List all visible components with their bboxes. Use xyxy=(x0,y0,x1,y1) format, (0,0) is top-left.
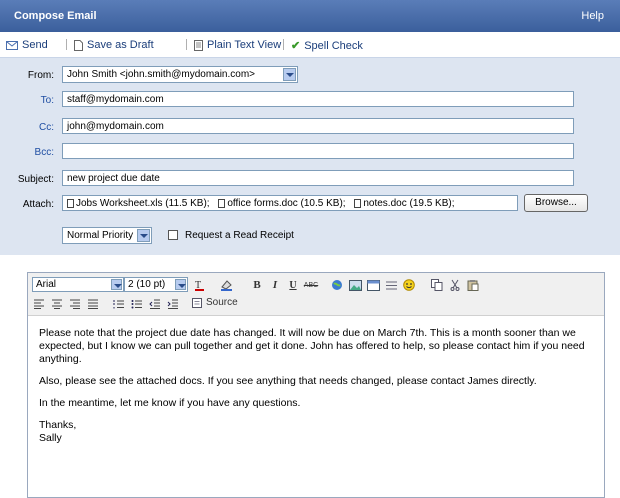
save-draft-button[interactable]: Save as Draft xyxy=(74,39,154,51)
underline-icon[interactable]: U xyxy=(286,279,300,291)
browse-button[interactable]: Browse... xyxy=(524,194,588,212)
toolbar-divider xyxy=(186,39,187,50)
emoticon-icon[interactable] xyxy=(402,279,416,291)
highlight-color-icon[interactable] xyxy=(220,279,234,291)
chevron-down-icon[interactable] xyxy=(137,229,150,242)
image-icon[interactable] xyxy=(348,279,362,291)
from-select[interactable]: John Smith <john.smith@mydomain.com> xyxy=(62,66,298,83)
window-title: Compose Email xyxy=(14,10,97,22)
bcc-field[interactable] xyxy=(62,143,574,159)
document-icon xyxy=(354,199,362,208)
italic-icon[interactable]: I xyxy=(268,279,282,291)
editor-toolbar: Arial 2 (10 pt) T B I U ABC Source xyxy=(28,273,604,316)
read-receipt-checkbox[interactable] xyxy=(168,230,178,240)
attachment-name: Jobs Worksheet.xls (11.5 KB); xyxy=(76,198,210,209)
text-color-icon[interactable]: T xyxy=(194,279,208,291)
message-body[interactable]: Please note that the project due date ha… xyxy=(39,327,589,445)
indent-icon[interactable] xyxy=(166,298,180,310)
toolbar-divider xyxy=(283,39,284,50)
spell-check-label: Spell Check xyxy=(304,39,363,52)
body-paragraph: Please note that the project due date ha… xyxy=(39,327,585,365)
strikethrough-icon[interactable]: ABC xyxy=(304,279,318,291)
send-label: Send xyxy=(22,39,48,51)
to-label[interactable]: To: xyxy=(0,95,54,106)
spell-check-button[interactable]: ✔ Spell Check xyxy=(291,39,363,53)
priority-value: Normal Priority xyxy=(67,230,134,241)
document-icon xyxy=(67,199,74,208)
text-view-icon xyxy=(194,39,203,51)
attachment-name: office forms.doc (10.5 KB); xyxy=(227,198,346,209)
link-icon[interactable] xyxy=(330,279,344,291)
cc-field[interactable]: john@mydomain.com xyxy=(62,118,574,134)
horizontal-rule-icon[interactable] xyxy=(384,279,398,291)
checkmark-icon: ✔ xyxy=(291,40,301,52)
envelope-icon xyxy=(6,40,18,50)
body-paragraph: Thanks, xyxy=(39,419,77,431)
align-right-icon[interactable] xyxy=(68,298,82,310)
to-field[interactable]: staff@mydomain.com xyxy=(62,91,574,107)
body-paragraph: In the meantime, let me know if you have… xyxy=(39,397,301,409)
chevron-down-icon[interactable] xyxy=(283,68,296,81)
copy-icon[interactable] xyxy=(430,279,444,291)
read-receipt-label[interactable]: Request a Read Receipt xyxy=(185,230,294,241)
attachment-item[interactable]: notes.doc (19.5 KB); xyxy=(354,198,455,209)
subject-label: Subject: xyxy=(17,174,54,185)
document-icon xyxy=(74,39,83,51)
body-paragraph: Sally xyxy=(39,432,62,444)
cut-icon[interactable] xyxy=(448,279,462,291)
plain-text-view-button[interactable]: Plain Text View xyxy=(194,39,281,51)
body-paragraph: Also, please see the attached docs. If y… xyxy=(39,375,537,387)
attachments-list: Jobs Worksheet.xls (11.5 KB); office for… xyxy=(62,195,518,211)
from-label: From: xyxy=(27,70,54,81)
window-titlebar: Compose Email Help xyxy=(0,0,620,32)
source-icon xyxy=(192,297,202,308)
size-select[interactable]: 2 (10 pt) xyxy=(124,277,188,292)
source-button[interactable]: Source xyxy=(192,297,238,308)
cc-label[interactable]: Cc: xyxy=(0,122,54,133)
chevron-down-icon[interactable] xyxy=(175,279,186,290)
numbered-list-icon[interactable] xyxy=(112,298,126,310)
send-button[interactable]: Send xyxy=(6,39,48,51)
message-header-form: From: John Smith <john.smith@mydomain.co… xyxy=(0,58,620,255)
help-link[interactable]: Help xyxy=(581,10,604,22)
align-center-icon[interactable] xyxy=(50,298,64,310)
table-icon[interactable] xyxy=(366,279,380,291)
attach-label: Attach: xyxy=(22,199,54,210)
from-value: John Smith <john.smith@mydomain.com> xyxy=(67,69,256,80)
font-select[interactable]: Arial xyxy=(32,277,124,292)
document-icon xyxy=(218,199,226,208)
priority-select[interactable]: Normal Priority xyxy=(62,227,152,244)
subject-field[interactable]: new project due date xyxy=(62,170,574,186)
message-editor: Arial 2 (10 pt) T B I U ABC Source Pleas… xyxy=(27,272,605,498)
align-left-icon[interactable] xyxy=(32,298,46,310)
bcc-label[interactable]: Bcc: xyxy=(0,147,54,158)
justify-icon[interactable] xyxy=(86,298,100,310)
source-label: Source xyxy=(206,297,238,308)
font-value: Arial xyxy=(36,279,57,290)
attachment-item[interactable]: office forms.doc (10.5 KB); xyxy=(218,198,346,209)
compose-toolbar: Send Save as Draft Plain Text View ✔ Spe… xyxy=(0,32,620,58)
paste-icon[interactable] xyxy=(466,279,480,291)
save-draft-label: Save as Draft xyxy=(87,39,154,51)
bold-icon[interactable]: B xyxy=(250,279,264,291)
bulleted-list-icon[interactable] xyxy=(130,298,144,310)
toolbar-divider xyxy=(66,39,67,50)
outdent-icon[interactable] xyxy=(148,298,162,310)
attachment-item[interactable]: Jobs Worksheet.xls (11.5 KB); xyxy=(67,198,210,209)
chevron-down-icon[interactable] xyxy=(111,279,122,290)
size-value: 2 (10 pt) xyxy=(128,279,166,290)
plain-text-label: Plain Text View xyxy=(207,39,282,51)
attachment-name: notes.doc (19.5 KB); xyxy=(363,198,455,209)
